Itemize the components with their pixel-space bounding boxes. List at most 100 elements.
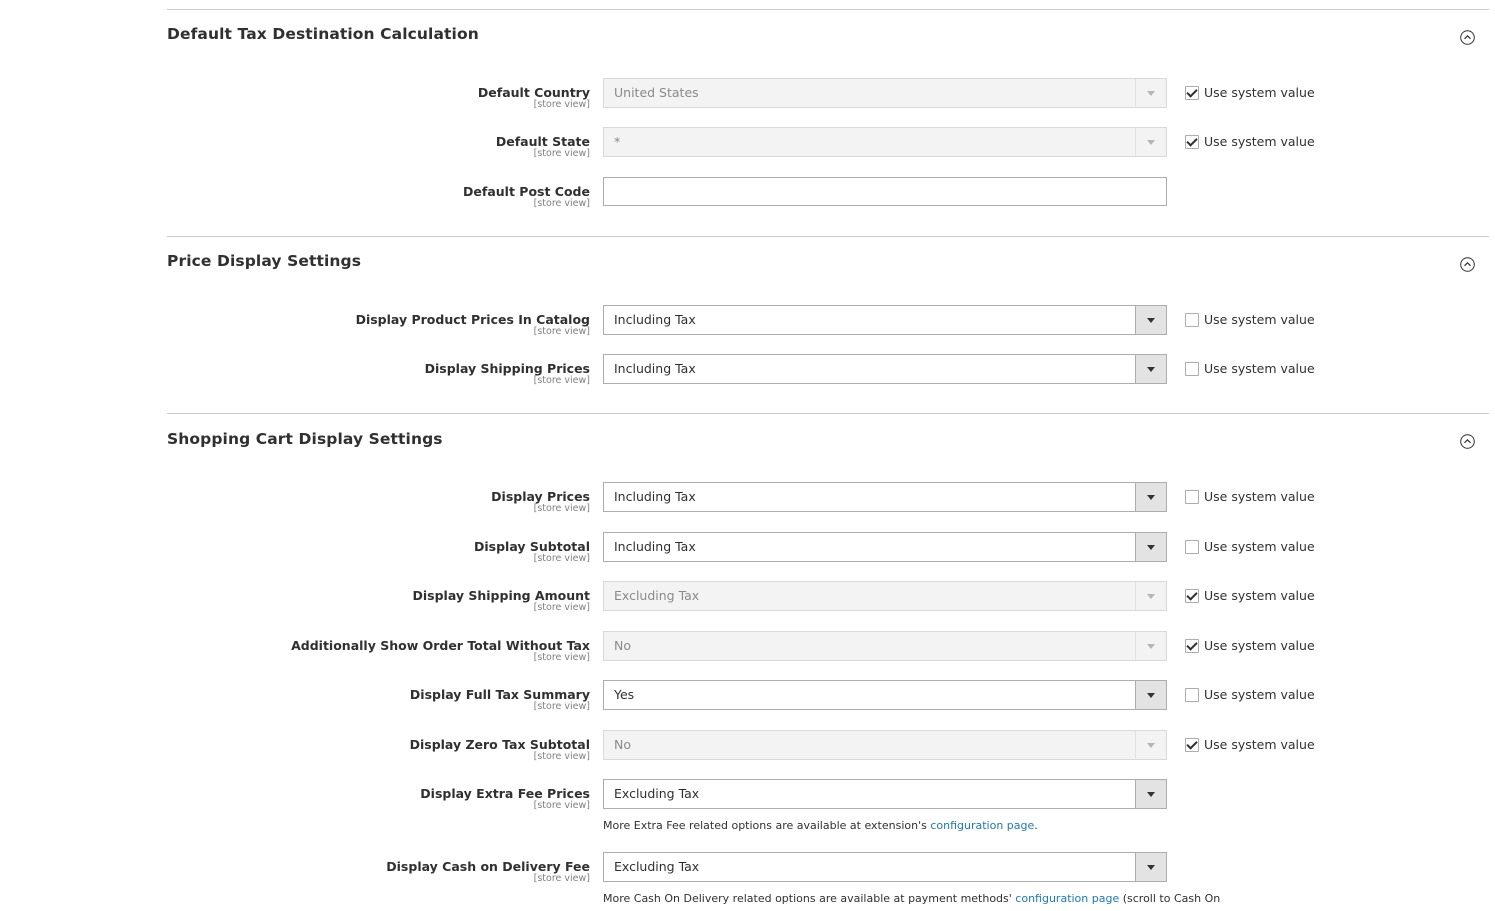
collapse-icon[interactable] — [1460, 434, 1475, 449]
dropdown-button — [1135, 306, 1166, 334]
dropdown-button — [1135, 533, 1166, 561]
use-system-value-label: Use system value — [1204, 85, 1315, 100]
select-value: Including Tax — [614, 361, 696, 376]
dropdown-button — [1135, 681, 1166, 709]
display-shipping-prices-select[interactable]: Including Tax — [603, 354, 1167, 384]
chevron-down-icon — [1147, 140, 1155, 145]
select-value: * — [614, 134, 621, 149]
chevron-down-icon — [1147, 594, 1155, 599]
use-system-value-label: Use system value — [1204, 361, 1315, 376]
note-text-after: . — [1034, 819, 1038, 832]
select-value: Excluding Tax — [614, 859, 700, 874]
chevron-down-icon — [1147, 495, 1155, 500]
checkbox-box — [1185, 490, 1199, 504]
dropdown-button — [1135, 780, 1166, 808]
display-extra-fee-prices-select[interactable]: Excluding Tax — [603, 779, 1167, 809]
field-label: Display Full Tax Summary — [409, 687, 590, 702]
use-system-value-label: Use system value — [1204, 312, 1315, 327]
section-title-price-display[interactable]: Price Display Settings — [167, 252, 361, 270]
field-row-display-cash-on-delivery-fee: Display Cash on Delivery Fee [store view… — [0, 852, 1495, 889]
field-label: Display Shipping Prices — [424, 361, 590, 376]
section-title-default-tax-destination[interactable]: Default Tax Destination Calculation — [167, 25, 479, 43]
chevron-down-icon — [1147, 91, 1155, 96]
check-icon — [1185, 639, 1199, 653]
field-row-display-shipping-amount: Display Shipping Amount [store view] Exc… — [0, 581, 1495, 618]
scope-label: [store view] — [533, 553, 590, 564]
display-cash-on-delivery-fee-select[interactable]: Excluding Tax — [603, 852, 1167, 882]
use-system-value-label: Use system value — [1204, 134, 1315, 149]
field-row-default-state: Default State [store view] * Use system … — [0, 127, 1495, 164]
field-row-default-post-code: Default Post Code [store view] — [0, 177, 1495, 214]
checkbox-box — [1185, 540, 1199, 554]
select-value: Excluding Tax — [614, 786, 700, 801]
checkbox-box — [1185, 688, 1199, 702]
field-label: Default Country — [477, 85, 590, 100]
checkbox-box — [1185, 362, 1199, 376]
select-value: No — [614, 737, 631, 752]
display-zero-tax-subtotal-select[interactable]: No — [603, 730, 1167, 760]
field-row-display-shipping-prices: Display Shipping Prices [store view] Inc… — [0, 354, 1495, 391]
collapse-icon[interactable] — [1460, 30, 1475, 45]
field-label: Display Cash on Delivery Fee — [386, 859, 590, 874]
display-subtotal-select[interactable]: Including Tax — [603, 532, 1167, 562]
dropdown-button — [1135, 632, 1166, 660]
chevron-down-icon — [1147, 318, 1155, 323]
field-label: Default State — [495, 134, 590, 149]
scope-label: [store view] — [533, 602, 590, 613]
field-row-display-full-tax-summary: Display Full Tax Summary [store view] Ye… — [0, 680, 1495, 717]
field-label: Display Shipping Amount — [412, 588, 590, 603]
configuration-page-link[interactable]: configuration page — [1015, 892, 1119, 905]
scope-label: [store view] — [533, 326, 590, 337]
scope-label: [store view] — [533, 198, 590, 209]
section-divider — [167, 9, 1489, 10]
use-system-value-label: Use system value — [1204, 588, 1315, 603]
section-divider — [167, 413, 1489, 414]
dropdown-button — [1135, 355, 1166, 383]
check-icon — [1185, 86, 1199, 100]
display-product-prices-catalog-select[interactable]: Including Tax — [603, 305, 1167, 335]
dropdown-button — [1135, 853, 1166, 881]
section-title-shopping-cart-display[interactable]: Shopping Cart Display Settings — [167, 430, 443, 448]
checkbox-box — [1185, 313, 1199, 327]
display-shipping-amount-select[interactable]: Excluding Tax — [603, 581, 1167, 611]
default-state-select[interactable]: * — [603, 127, 1167, 157]
chevron-down-icon — [1147, 865, 1155, 870]
field-row-display-subtotal: Display Subtotal [store view] Including … — [0, 532, 1495, 569]
field-row-display-prices: Display Prices [store view] Including Ta… — [0, 482, 1495, 519]
field-label: Display Subtotal — [474, 539, 590, 554]
default-country-select[interactable]: United States — [603, 78, 1167, 108]
field-row-default-country: Default Country [store view] United Stat… — [0, 78, 1495, 115]
note-text: More Extra Fee related options are avail… — [603, 819, 931, 832]
use-system-value-label: Use system value — [1204, 638, 1315, 653]
select-value: Excluding Tax — [614, 588, 700, 603]
check-icon — [1185, 738, 1199, 752]
default-post-code-input[interactable] — [603, 177, 1167, 206]
dropdown-button — [1135, 79, 1166, 107]
check-icon — [1185, 589, 1199, 603]
field-label: Additionally Show Order Total Without Ta… — [291, 638, 590, 653]
scope-label: [store view] — [533, 800, 590, 811]
use-system-value-label: Use system value — [1204, 489, 1315, 504]
field-label: Default Post Code — [463, 184, 590, 199]
collapse-icon[interactable] — [1460, 257, 1475, 272]
field-label: Display Prices — [491, 489, 590, 504]
section-divider — [167, 236, 1489, 237]
note-text-after: (scroll to Cash On — [1119, 892, 1221, 905]
chevron-down-icon — [1147, 545, 1155, 550]
field-row-display-zero-tax-subtotal: Display Zero Tax Subtotal [store view] N… — [0, 730, 1495, 767]
display-prices-select[interactable]: Including Tax — [603, 482, 1167, 512]
select-value: Including Tax — [614, 312, 696, 327]
select-value: United States — [614, 85, 699, 100]
chevron-down-icon — [1147, 792, 1155, 797]
chevron-down-icon — [1147, 693, 1155, 698]
order-total-without-tax-select[interactable]: No — [603, 631, 1167, 661]
use-system-value-label: Use system value — [1204, 539, 1315, 554]
configuration-page-link[interactable]: configuration page — [930, 819, 1034, 832]
display-full-tax-summary-select[interactable]: Yes — [603, 680, 1167, 710]
select-value: Including Tax — [614, 539, 696, 554]
scope-label: [store view] — [533, 751, 590, 762]
chevron-down-icon — [1147, 743, 1155, 748]
extra-fee-note: More Extra Fee related options are avail… — [603, 819, 1038, 832]
select-value: Including Tax — [614, 489, 696, 504]
field-label: Display Extra Fee Prices — [420, 786, 590, 801]
